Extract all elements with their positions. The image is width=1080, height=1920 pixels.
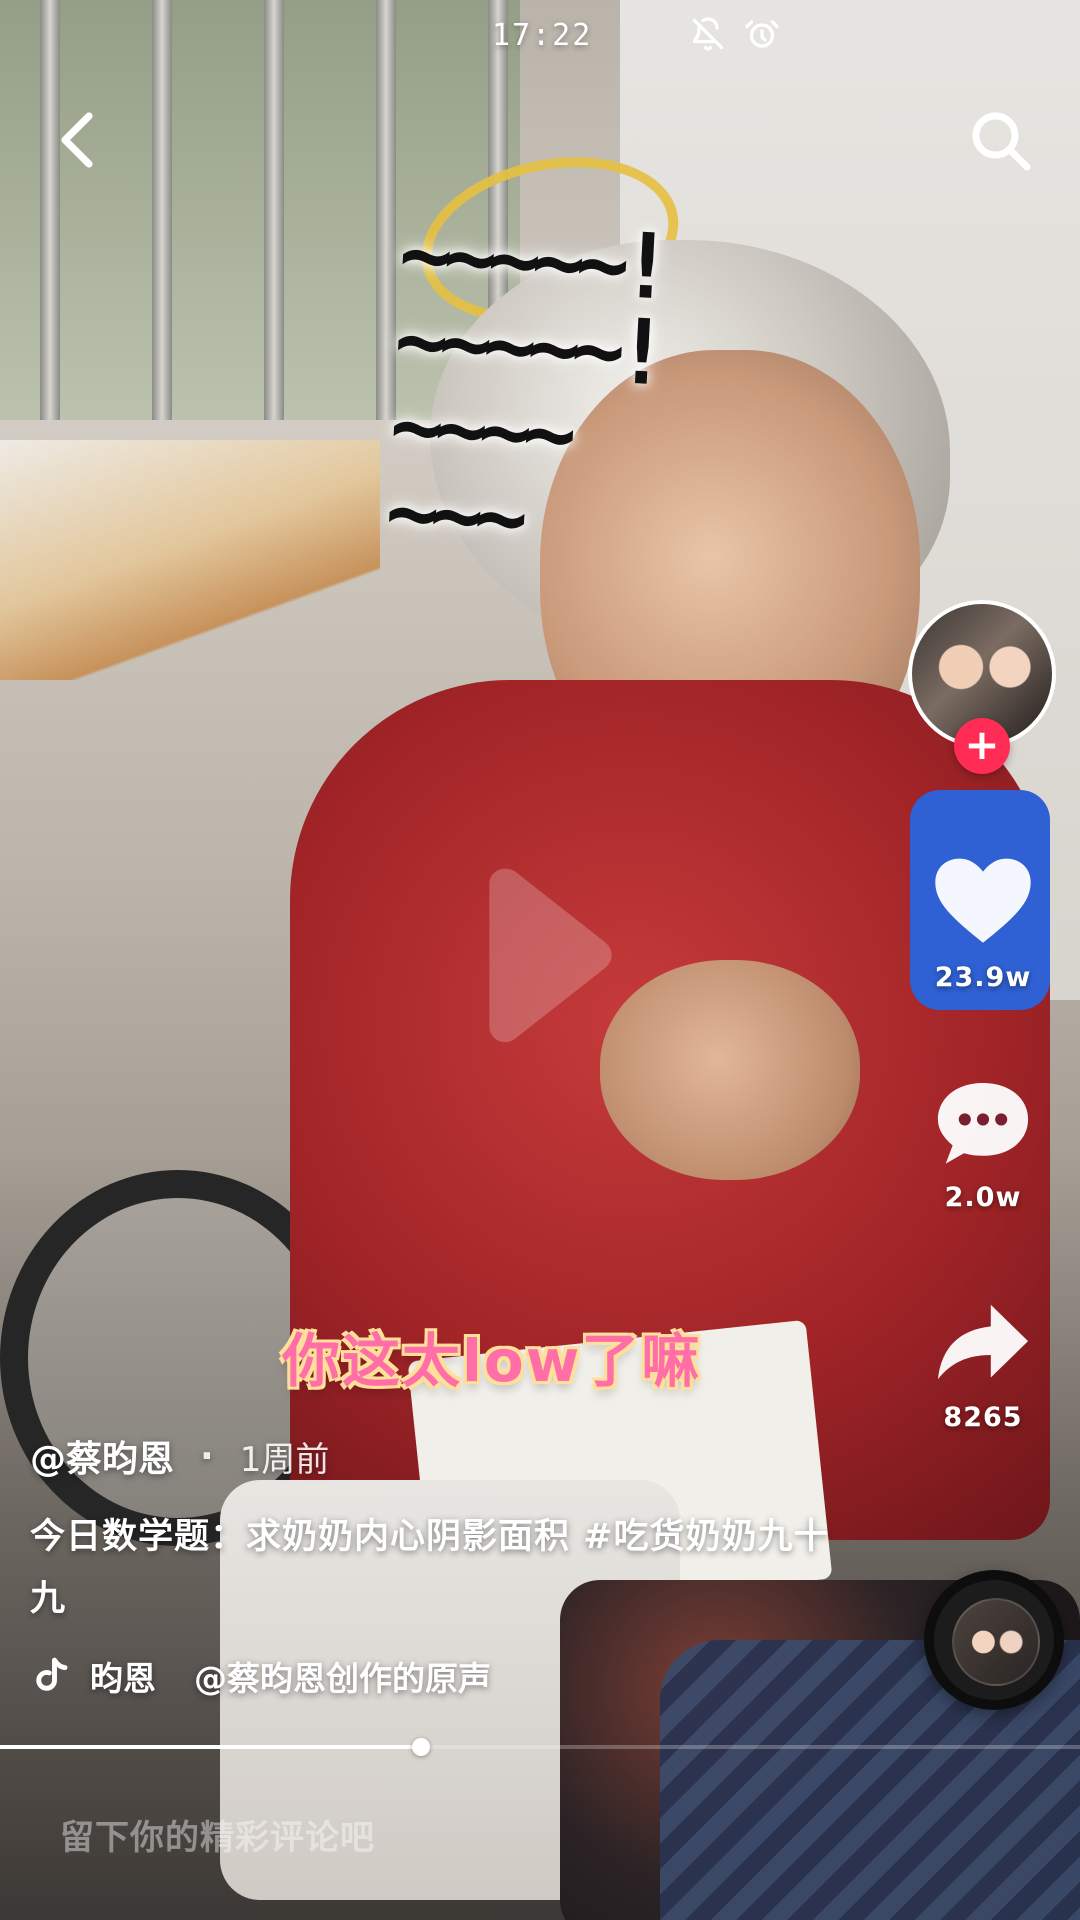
video-info: @蔡昀恩 · 1周前 今日数学题：求奶奶内心阴影面积 #吃货奶奶九十九 昀恩 @…: [30, 1430, 850, 1700]
video-background-hangers: [0, 440, 380, 680]
heart-icon: [935, 858, 1031, 943]
video-caption[interactable]: 今日数学题：求奶奶内心阴影面积 #吃货奶奶九十九: [30, 1506, 850, 1630]
comment-input[interactable]: 留下你的精彩评论吧: [60, 1810, 760, 1868]
right-action-rail: + 23.9w 2.0w 8265: [908, 600, 1058, 1500]
comment-bubble-icon: [937, 1083, 1029, 1164]
music-disc-button[interactable]: [924, 1570, 1064, 1710]
progress-knob[interactable]: [412, 1738, 431, 1756]
video-person-hands: [600, 960, 860, 1180]
share-count: 8265: [943, 1402, 1023, 1433]
status-bar: 17:22: [0, 0, 1080, 70]
status-icons: [690, 16, 780, 52]
video-screen: ~~~~~! ~~~~~! ~~~~ ~~~ 你这太low了嘛 17:22 + …: [0, 0, 1080, 1920]
post-time: 1周前: [239, 1439, 330, 1480]
comment-placeholder: 留下你的精彩评论吧: [60, 1818, 375, 1858]
music-note-icon: [36, 1657, 68, 1691]
music-title: @蔡昀恩创作的原声: [194, 1659, 491, 1698]
author-avatar-button[interactable]: +: [908, 600, 1058, 774]
bell-off-icon: [690, 16, 726, 52]
music-cover: [952, 1598, 1040, 1686]
search-button[interactable]: [964, 104, 1036, 176]
like-count: 23.9w: [934, 962, 1032, 993]
alarm-icon: [744, 16, 780, 52]
play-button-overlay[interactable]: [460, 868, 620, 1058]
search-icon: [972, 112, 1031, 171]
play-icon: [489, 868, 612, 1043]
follow-button[interactable]: +: [954, 718, 1010, 774]
like-action[interactable]: 23.9w: [908, 850, 1058, 993]
share-action[interactable]: 8265: [908, 1290, 1058, 1433]
comment-action[interactable]: 2.0w: [908, 1070, 1058, 1213]
author-line: @蔡昀恩 · 1周前: [30, 1430, 850, 1482]
progress-fill: [0, 1745, 422, 1749]
video-subtitle: 你这太low了嘛: [282, 1327, 702, 1395]
back-button[interactable]: [44, 104, 116, 176]
plus-icon: +: [964, 720, 1000, 769]
author-name[interactable]: @蔡昀恩: [30, 1430, 174, 1482]
music-artist: 昀恩: [90, 1659, 156, 1698]
video-progress-bar[interactable]: [0, 1738, 1080, 1756]
share-arrow-icon: [937, 1304, 1029, 1380]
comment-count: 2.0w: [944, 1182, 1022, 1213]
video-tilde-overlay: ~~~~~! ~~~~~! ~~~~ ~~~: [383, 201, 667, 572]
info-separator: ·: [200, 1435, 214, 1477]
music-line[interactable]: 昀恩 @蔡昀恩创作的原声: [30, 1652, 850, 1700]
back-arrow-icon: [61, 112, 93, 168]
status-time: 17:22: [492, 18, 593, 53]
